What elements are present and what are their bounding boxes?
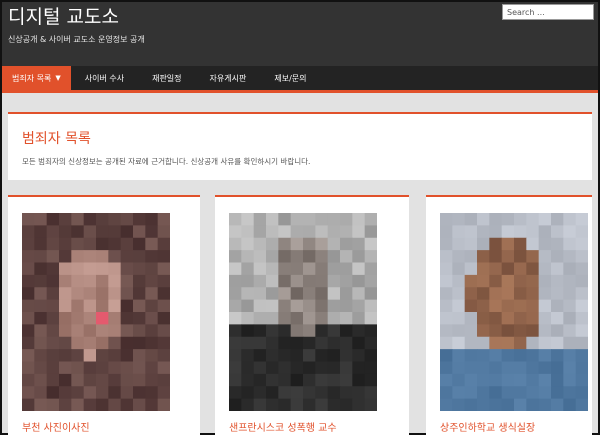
profile-name-link[interactable]: 샌프란시스코 성폭행 교수 bbox=[229, 419, 337, 434]
profile-name-link[interactable]: 상주인하학교 생식실장 bbox=[440, 419, 535, 434]
profile-photo[interactable] bbox=[229, 213, 377, 411]
nav-item-label: 범죄자 목록 bbox=[12, 73, 52, 83]
chevron-down-icon: ▼ bbox=[55, 74, 61, 82]
nav-item-label: 제보/문의 bbox=[274, 73, 307, 83]
profile-photo[interactable] bbox=[440, 213, 588, 411]
site-title[interactable]: 디지털 교도소 bbox=[8, 6, 119, 28]
nav-item-label: 사이버 수사 bbox=[84, 73, 125, 83]
profile-name-link[interactable]: 부천 사진이사진 bbox=[22, 419, 90, 434]
profile-card[interactable]: 샌프란시스코 성폭행 교수 bbox=[215, 195, 409, 435]
site-tagline: 신상공개 & 사이버 교도소 운영정보 공개 bbox=[8, 35, 145, 44]
main-nav: 범죄자 목록 ▼ 사이버 수사 재판일정 자유게시판 제보/문의 bbox=[2, 66, 598, 93]
page-description: 모든 범죄자의 신상정보는 공개된 자료에 근거합니다. 신상공개 사유를 확인… bbox=[22, 157, 311, 166]
nav-item-label: 재판일정 bbox=[152, 73, 182, 83]
site-header: 디지털 교도소 신상공개 & 사이버 교도소 운영정보 공개 bbox=[2, 2, 598, 66]
nav-item-free-board[interactable]: 자유게시판 bbox=[196, 66, 261, 90]
profile-card[interactable]: 상주인하학교 생식실장 bbox=[426, 195, 592, 435]
nav-item-trial-schedule[interactable]: 재판일정 bbox=[138, 66, 195, 90]
nav-item-report-inquiry[interactable]: 제보/문의 bbox=[260, 66, 320, 90]
page-title: 범죄자 목록 bbox=[22, 131, 91, 147]
intro-panel: 범죄자 목록 모든 범죄자의 신상정보는 공개된 자료에 근거합니다. 신상공개… bbox=[8, 112, 592, 180]
nav-item-label: 자유게시판 bbox=[209, 73, 247, 83]
pixelated-photo bbox=[440, 213, 588, 411]
profile-card[interactable]: 부천 사진이사진 bbox=[8, 195, 200, 435]
pixelated-photo bbox=[229, 213, 377, 411]
search-input[interactable] bbox=[502, 4, 594, 20]
pixelated-photo bbox=[22, 213, 170, 411]
nav-item-cyber-investigation[interactable]: 사이버 수사 bbox=[71, 66, 138, 90]
nav-item-criminal-list[interactable]: 범죄자 목록 ▼ bbox=[2, 66, 71, 90]
profile-photo[interactable] bbox=[22, 213, 170, 411]
